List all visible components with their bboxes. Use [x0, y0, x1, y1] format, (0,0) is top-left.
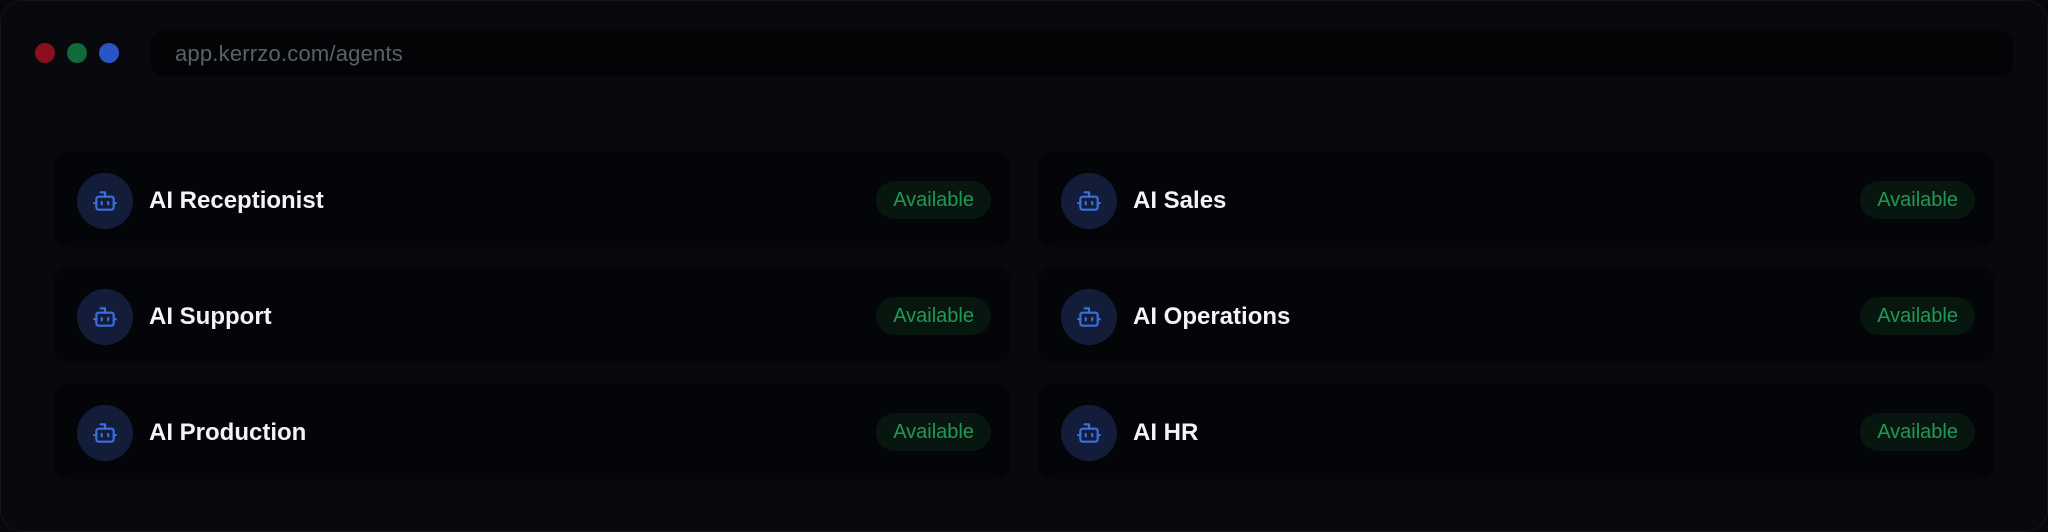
agents-grid: AI Receptionist Available AI Sales Avail…: [53, 151, 1995, 479]
agent-card[interactable]: AI Sales Available: [1037, 151, 1995, 247]
robot-icon: [1077, 423, 1101, 443]
status-badge: Available: [1860, 181, 1975, 219]
robot-icon: [93, 423, 117, 443]
agent-avatar: [1061, 405, 1117, 461]
agent-card[interactable]: AI Receptionist Available: [53, 151, 1011, 247]
agent-name: AI Sales: [1133, 187, 1227, 214]
title-bar: app.kerrzo.com/agents: [1, 1, 2047, 105]
agent-name: AI Operations: [1133, 303, 1291, 330]
agent-avatar: [1061, 173, 1117, 229]
status-badge: Available: [876, 297, 991, 335]
agent-card[interactable]: AI HR Available: [1037, 383, 1995, 479]
robot-icon: [93, 307, 117, 327]
agent-name: AI Support: [149, 303, 272, 330]
agent-card[interactable]: AI Support Available: [53, 267, 1011, 363]
status-badge: Available: [876, 181, 991, 219]
agent-name: AI Receptionist: [149, 187, 324, 214]
agent-name: AI Production: [149, 419, 307, 446]
maximize-window-button[interactable]: [67, 43, 87, 63]
close-window-button[interactable]: [35, 43, 55, 63]
status-badge: Available: [1860, 413, 1975, 451]
status-badge: Available: [1860, 297, 1975, 335]
agent-avatar: [1061, 289, 1117, 345]
address-bar-url: app.kerrzo.com/agents: [175, 41, 403, 66]
browser-window: app.kerrzo.com/agents AI Receptionist Av…: [0, 0, 2048, 532]
robot-icon: [1077, 191, 1101, 211]
robot-icon: [93, 191, 117, 211]
agent-name: AI HR: [1133, 419, 1199, 446]
agent-avatar: [77, 173, 133, 229]
agent-card[interactable]: AI Production Available: [53, 383, 1011, 479]
agent-card[interactable]: AI Operations Available: [1037, 267, 1995, 363]
agent-avatar: [77, 289, 133, 345]
robot-icon: [1077, 307, 1101, 327]
agent-avatar: [77, 405, 133, 461]
status-badge: Available: [876, 413, 991, 451]
address-bar[interactable]: app.kerrzo.com/agents: [151, 31, 2013, 76]
minimize-window-button[interactable]: [99, 43, 119, 63]
